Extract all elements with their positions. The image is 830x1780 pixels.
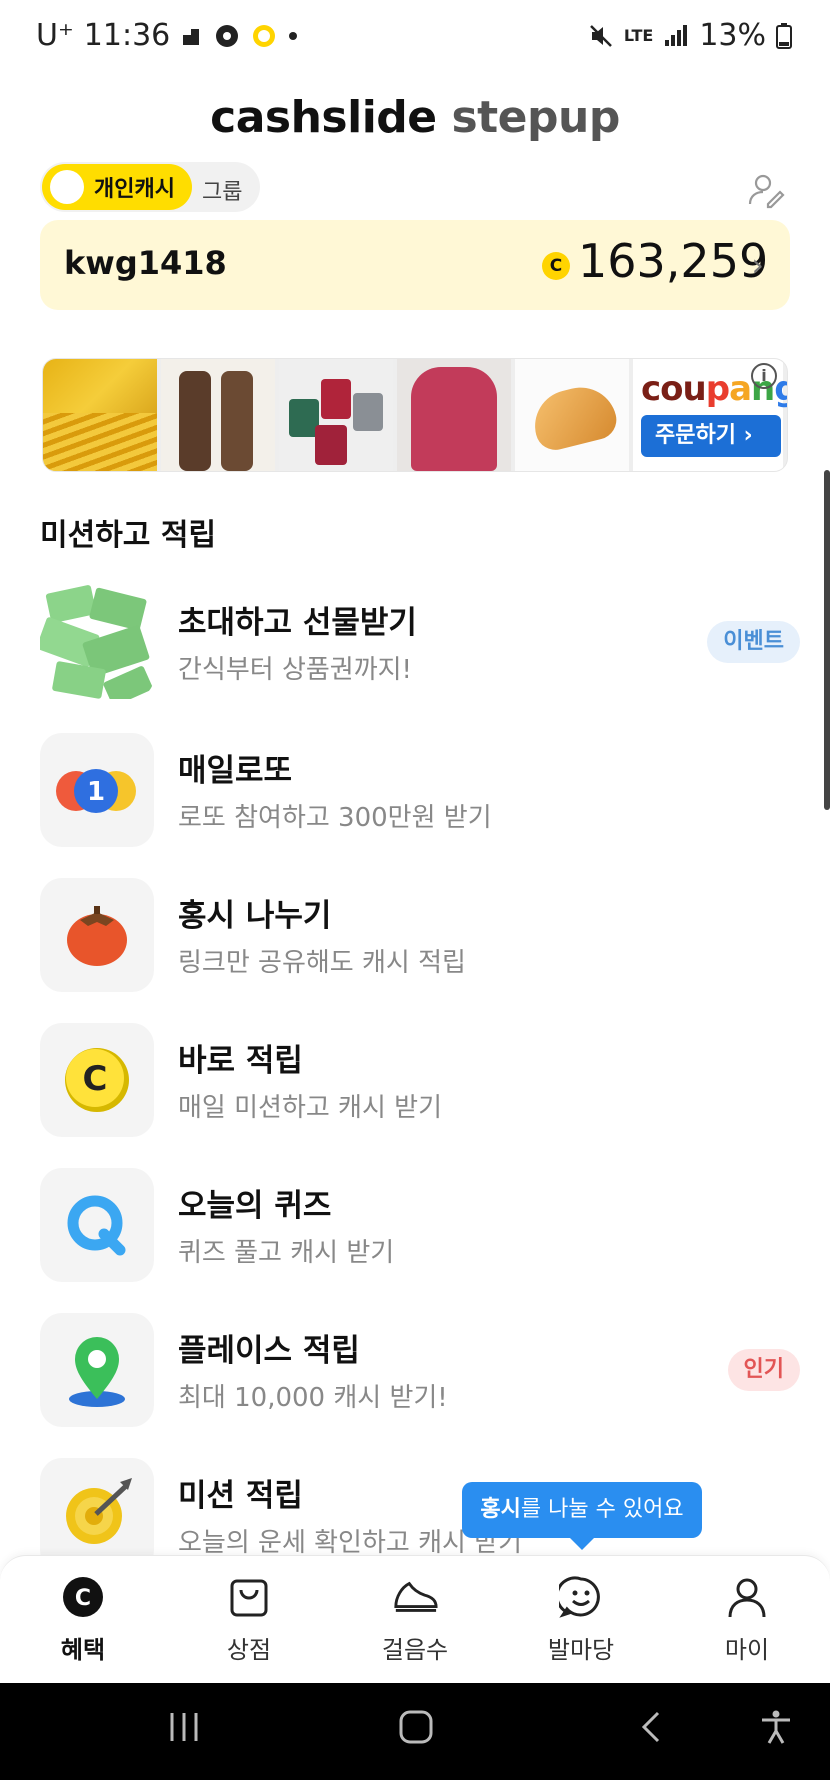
mission-item-place[interactable]: 플레이스 적립 최대 10,000 캐시 받기! 인기 xyxy=(40,1313,800,1427)
scrollbar[interactable] xyxy=(824,470,830,810)
balance-amount: 163,259 xyxy=(578,234,769,288)
ad-product-pants-image[interactable] xyxy=(161,359,275,471)
nav-label: 발마당 xyxy=(547,1636,615,1664)
screen: U⁺ 11:36 LTE 13% cashslide stepup 개인캐시 그… xyxy=(0,0,830,1780)
battery-label: 13% xyxy=(699,18,766,53)
mission-title: 홍시 나누기 xyxy=(178,898,332,934)
nav-label: 혜택 xyxy=(60,1636,106,1664)
event-badge: 이벤트 xyxy=(707,621,800,663)
app-title-main: cashslide xyxy=(210,92,437,143)
notification-icon xyxy=(183,28,200,45)
home-icon[interactable] xyxy=(398,1709,434,1745)
person-icon xyxy=(724,1574,770,1620)
signal-icon xyxy=(665,24,688,46)
nav-label: 상점 xyxy=(226,1636,272,1664)
ad-product-shirt-image[interactable] xyxy=(397,359,511,471)
svg-text:C: C xyxy=(83,1059,108,1099)
mission-item-instant[interactable]: C 바로 적립 매일 미션하고 캐시 받기 xyxy=(40,1023,800,1137)
svg-text:1: 1 xyxy=(87,777,105,807)
mission-title: 플레이스 적립 xyxy=(178,1333,360,1369)
mission-subtitle: 매일 미션하고 캐시 받기 xyxy=(178,1093,442,1123)
battery-icon xyxy=(776,22,792,49)
app-badge-icon xyxy=(253,24,276,47)
map-pin-icon xyxy=(40,1313,154,1427)
status-right: LTE 13% xyxy=(588,18,792,53)
ad-info-icon[interactable]: i xyxy=(751,363,777,389)
mission-title: 매일로또 xyxy=(178,753,293,789)
svg-text:C: C xyxy=(75,1586,91,1611)
toggle-personal-cash[interactable]: 개인캐시 xyxy=(42,164,192,210)
nav-store[interactable]: 상점 xyxy=(166,1556,332,1683)
mission-title: 오늘의 퀴즈 xyxy=(178,1188,332,1224)
recent-apps-icon[interactable] xyxy=(166,1709,202,1745)
sneaker-icon xyxy=(392,1574,438,1620)
popular-badge: 인기 xyxy=(727,1349,800,1391)
section-title: 미션하고 적립 xyxy=(40,518,217,553)
mission-subtitle: 최대 10,000 캐시 받기! xyxy=(178,1383,448,1413)
camera-shutter-icon xyxy=(216,24,239,47)
ad-product-pastry-image[interactable] xyxy=(515,359,629,471)
toggle-group-label[interactable]: 그룹 xyxy=(202,174,242,206)
mission-item-lotto[interactable]: 1 매일로또 로또 참여하고 300만원 받기 xyxy=(40,733,800,847)
mission-subtitle: 로또 참여하고 300만원 받기 xyxy=(178,803,492,833)
nav-steps[interactable]: 걸음수 xyxy=(332,1556,498,1683)
user-id: kwg1418 xyxy=(64,244,227,282)
shopping-bag-icon xyxy=(226,1574,272,1620)
cash-type-toggle[interactable]: 개인캐시 그룹 xyxy=(40,162,260,212)
nav-my[interactable]: 마이 xyxy=(664,1556,830,1683)
mission-item-invite[interactable]: 초대하고 선물받기 간식부터 상품권까지! 이벤트 xyxy=(40,585,800,699)
mission-subtitle: 퀴즈 풀고 캐시 받기 xyxy=(178,1238,395,1268)
smile-chat-icon xyxy=(558,1574,604,1620)
coin-icon: C xyxy=(542,252,570,280)
order-button[interactable]: 주문하기 › xyxy=(641,415,781,457)
network-label: LTE xyxy=(623,26,654,45)
benefit-coin-icon: C xyxy=(60,1574,106,1620)
balance-card[interactable]: kwg1418 C 163,259 › xyxy=(40,220,790,310)
back-icon[interactable] xyxy=(634,1709,670,1745)
quiz-icon xyxy=(40,1168,154,1282)
dot-icon xyxy=(289,31,298,40)
ad-product-bags-image[interactable] xyxy=(279,359,393,471)
mute-icon xyxy=(590,24,612,47)
coin-icon: C xyxy=(40,1023,154,1137)
ad-product-snack-image[interactable] xyxy=(43,359,157,471)
money-icon xyxy=(40,585,154,699)
time-label: 11:36 xyxy=(83,18,171,53)
mission-item-persimmon[interactable]: 홍시 나누기 링크만 공유해도 캐시 적립 xyxy=(40,878,800,992)
app-title-sub: stepup xyxy=(451,92,620,143)
toggle-personal-label: 개인캐시 xyxy=(94,177,175,202)
coupang-ad[interactable]: coupang i 주문하기 › xyxy=(633,359,787,471)
chevron-right-icon: › xyxy=(751,246,764,284)
tooltip-text: 를 나눌 수 있어요 xyxy=(520,1497,684,1522)
mission-title: 초대하고 선물받기 xyxy=(178,605,417,641)
nav-label: 걸음수 xyxy=(381,1636,449,1664)
tooltip-bold: 홍시 xyxy=(480,1497,521,1522)
mission-title: 미션 적립 xyxy=(178,1478,303,1514)
toggle-knob xyxy=(50,170,84,204)
tooltip-arrow xyxy=(568,1536,596,1550)
nav-label: 마이 xyxy=(724,1636,770,1664)
nav-benefits[interactable]: C 혜택 xyxy=(0,1556,166,1683)
accessibility-icon[interactable] xyxy=(758,1709,794,1745)
persimmon-icon xyxy=(40,878,154,992)
nav-yard[interactable]: 발마당 xyxy=(498,1556,664,1683)
ad-banner[interactable]: coupang i 주문하기 › xyxy=(42,358,788,472)
bottom-nav: C 혜택 상점 걸음수 발마당 마이 xyxy=(0,1555,830,1683)
status-left: U⁺ 11:36 xyxy=(36,18,298,53)
mission-item-quiz[interactable]: 오늘의 퀴즈 퀴즈 풀고 캐시 받기 xyxy=(40,1168,800,1282)
app-title: cashslide stepup xyxy=(0,92,830,143)
mission-subtitle: 링크만 공유해도 캐시 적립 xyxy=(178,948,466,978)
mission-subtitle: 간식부터 상품권까지! xyxy=(178,655,412,685)
profile-edit-icon[interactable] xyxy=(746,170,786,210)
system-nav-bar xyxy=(0,1683,830,1780)
carrier-label: U⁺ xyxy=(36,18,74,53)
status-bar: U⁺ 11:36 LTE 13% xyxy=(0,0,830,72)
persimmon-share-tooltip[interactable]: 홍시를 나눌 수 있어요 xyxy=(462,1482,702,1538)
lotto-ball-icon: 1 xyxy=(40,733,154,847)
mission-title: 바로 적립 xyxy=(178,1043,303,1079)
